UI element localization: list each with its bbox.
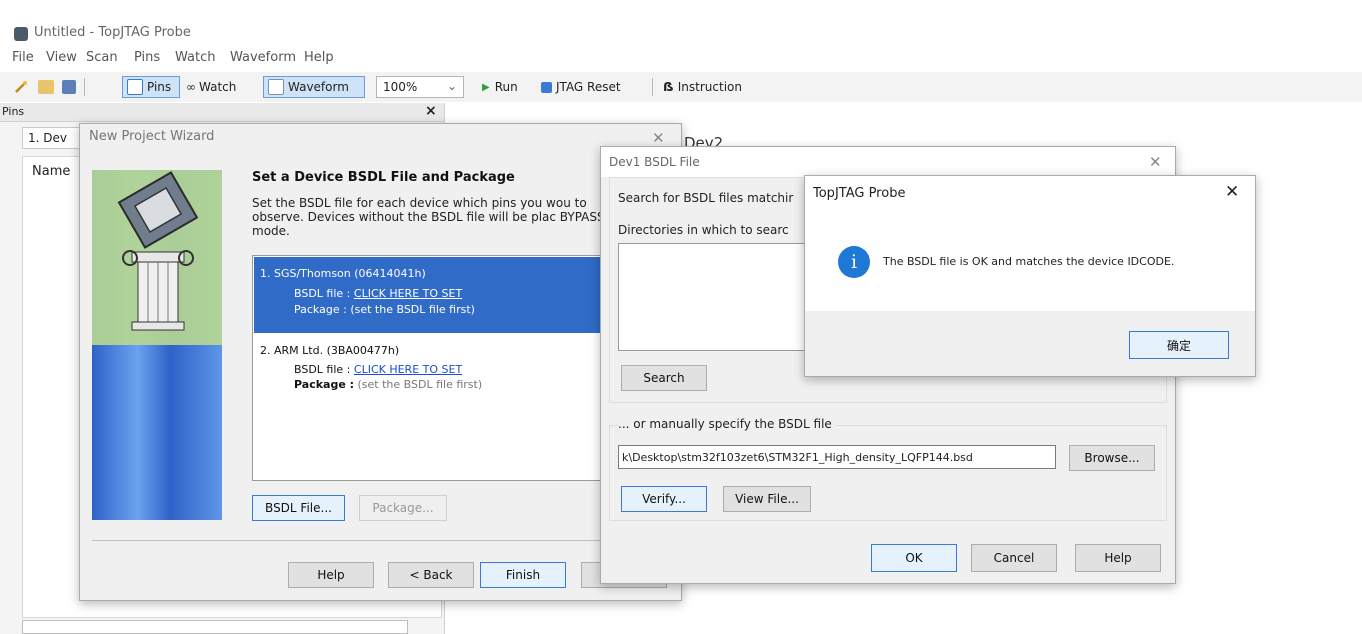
search-button[interactable]: Search [621, 365, 707, 391]
bsdl-cancel-button[interactable]: Cancel [971, 544, 1057, 572]
device-2-name: 2. ARM Ltd. (3BA00477h) [260, 344, 400, 357]
wizard-back-button[interactable]: < Back [388, 562, 474, 588]
wizard-finish-button[interactable]: Finish [480, 562, 566, 588]
waveform-toolbar: Waveform [268, 77, 349, 97]
message-box-close-icon[interactable]: ✕ [1225, 182, 1239, 202]
wizard-description: Set the BSDL file for each device which … [252, 196, 605, 238]
zoom-select[interactable]: 100% ⌄ [376, 76, 464, 98]
waveform-icon [268, 79, 284, 95]
bsdl-dialog-title: Dev1 BSDL File [609, 155, 700, 169]
toolbar-separator [652, 78, 653, 96]
wizard-side-banner [92, 170, 222, 520]
device-2-package-value: (set the BSDL file first) [357, 378, 483, 391]
bsdl-path-input[interactable]: k\Desktop\stm32f103zet6\STM32F1_High_den… [618, 445, 1056, 469]
device-2-bsdl-label: BSDL file : [294, 363, 351, 376]
menu-help[interactable]: Help [304, 50, 334, 65]
zoom-value: 100% [383, 80, 418, 94]
app-title: Untitled - TopJTAG Probe [34, 25, 191, 40]
run-button[interactable]: ▶ Run [482, 77, 518, 97]
instruction-icon: ẞ [663, 80, 674, 94]
verify-button[interactable]: Verify... [621, 486, 707, 512]
browse-button[interactable]: Browse... [1069, 445, 1155, 471]
info-icon: i [838, 246, 870, 278]
bsdl-path-value: k\Desktop\stm32f103zet6\STM32F1_High_den… [622, 451, 973, 464]
save-icon[interactable] [62, 80, 76, 94]
device-item-1[interactable]: 1. SGS/Thomson (06414041h) BSDL file : C… [254, 257, 602, 333]
pins-search-input[interactable] [22, 620, 408, 634]
pins-toolbar: Pins [127, 77, 171, 97]
device-item-2[interactable]: 2. ARM Ltd. (3BA00477h) BSDL file : CLIC… [254, 336, 602, 406]
bsdl-dialog-close-icon[interactable]: ✕ [1149, 153, 1162, 171]
menu-scan[interactable]: Scan [86, 50, 118, 65]
toolbar-separator [84, 78, 85, 96]
directories-list[interactable] [618, 243, 818, 351]
device-1-name: 1. SGS/Thomson (06414041h) [260, 267, 426, 280]
message-text: The BSDL file is OK and matches the devi… [883, 255, 1175, 268]
menu-file[interactable]: File [12, 50, 34, 65]
glasses-icon: ∞ [186, 80, 196, 94]
menu-waveform[interactable]: Waveform [230, 50, 296, 65]
pins-column-name[interactable]: Name [32, 164, 70, 179]
device-2-bsdl-row: BSDL file : CLICK HERE TO SET [294, 363, 462, 376]
device-1-bsdl-row: BSDL file : CLICK HERE TO SET [294, 287, 462, 300]
package-button[interactable]: Package... [359, 495, 447, 521]
waveform-label: Waveform [288, 80, 349, 94]
manual-specify-label: ... or manually specify the BSDL file [618, 417, 836, 431]
wand-icon[interactable] [14, 80, 28, 94]
wizard-title: New Project Wizard [89, 129, 215, 144]
menu-pins[interactable]: Pins [134, 50, 160, 65]
new-project-wizard: New Project Wizard ✕ Set a Device BSDL F… [79, 123, 682, 601]
message-box: TopJTAG Probe ✕ i The BSDL file is OK an… [804, 175, 1256, 377]
instruction-button[interactable]: ẞ Instruction [663, 77, 742, 97]
run-label: Run [494, 80, 518, 94]
bsdl-ok-button[interactable]: OK [871, 544, 957, 572]
menu-watch[interactable]: Watch [175, 50, 215, 65]
pins-device-tab-label: 1. Dev [28, 131, 67, 145]
wizard-close-icon[interactable]: ✕ [652, 129, 665, 147]
device-1-package-row: Package : (set the BSDL file first) [294, 303, 475, 316]
chevron-down-icon: ⌄ [446, 79, 457, 93]
device-2-package-row: Package : (set the BSDL file first) [294, 378, 482, 391]
play-icon: ▶ [482, 81, 490, 93]
device-1-bsdl-link[interactable]: CLICK HERE TO SET [354, 287, 462, 300]
bsdl-help-button[interactable]: Help [1075, 544, 1161, 572]
pins-panel-close-icon[interactable]: × [425, 103, 437, 119]
message-box-title: TopJTAG Probe [813, 186, 906, 201]
jtag-reset-button[interactable]: JTAG Reset [541, 77, 621, 97]
device-1-bsdl-label: BSDL file : [294, 287, 351, 300]
pins-table-icon [127, 79, 143, 95]
wizard-help-button[interactable]: Help [288, 562, 374, 588]
watch-label: Watch [199, 80, 237, 94]
device-1-package-label: Package : [294, 303, 347, 316]
pins-panel-header [0, 103, 444, 122]
app-icon [14, 27, 28, 41]
open-folder-icon[interactable] [38, 80, 54, 94]
view-file-button[interactable]: View File... [723, 486, 811, 512]
wizard-divider [92, 540, 671, 541]
chip-column-icon [92, 170, 222, 345]
message-ok-button[interactable]: 确定 [1129, 331, 1229, 359]
device-2-bsdl-link[interactable]: CLICK HERE TO SET [354, 363, 462, 376]
device-2-package-label: Package : [294, 378, 355, 391]
reset-icon [541, 81, 552, 93]
wizard-heading: Set a Device BSDL File and Package [252, 170, 515, 185]
bsdl-file-button[interactable]: BSDL File... [252, 495, 345, 521]
menu-view[interactable]: View [46, 50, 77, 65]
search-for-bsdl-label: Search for BSDL files matchir [618, 191, 794, 205]
pins-label: Pins [147, 80, 172, 94]
device-list: 1. SGS/Thomson (06414041h) BSDL file : C… [252, 255, 604, 481]
pins-panel-title: Pins [2, 105, 25, 118]
jtag-reset-label: JTAG Reset [556, 80, 621, 94]
device-1-package-value: (set the BSDL file first) [350, 303, 475, 316]
instruction-label: Instruction [677, 80, 742, 94]
directories-label: Directories in which to searc [618, 223, 789, 237]
watch-button[interactable]: ∞ Watch [186, 77, 236, 97]
